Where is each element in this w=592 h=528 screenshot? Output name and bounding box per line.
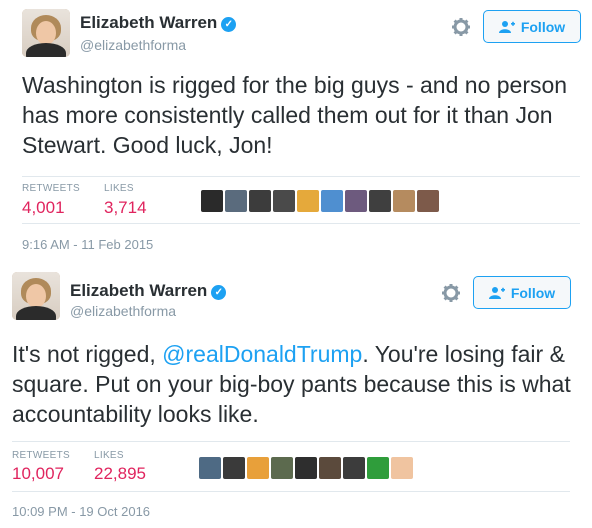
divider [22, 176, 580, 177]
liker-avatar[interactable] [343, 457, 365, 479]
retweets-count[interactable]: 4,001 [22, 198, 65, 218]
gear-icon[interactable] [441, 283, 461, 303]
divider [12, 441, 570, 442]
avatar[interactable] [22, 9, 70, 57]
verified-badge-icon: ✓ [211, 285, 227, 300]
author-handle[interactable]: @elizabethforma [70, 303, 176, 319]
tweet-text: It's not rigged, @realDonaldTrump. You'r… [12, 341, 571, 427]
mention-link[interactable]: @realDonaldTrump [162, 341, 362, 367]
retweets-label: RETWEETS [12, 450, 70, 461]
liker-avatar[interactable] [201, 190, 223, 212]
liker-avatar[interactable] [273, 190, 295, 212]
verified-badge-icon: ✓ [221, 17, 237, 32]
tweet-text: Washington is rigged for the big guys - … [22, 72, 568, 158]
liker-avatars [201, 190, 439, 214]
author-name[interactable]: Elizabeth Warren ✓ [70, 281, 227, 301]
liker-avatar[interactable] [345, 190, 367, 212]
author-name[interactable]: Elizabeth Warren ✓ [80, 13, 237, 33]
liker-avatar[interactable] [367, 457, 389, 479]
author-handle[interactable]: @elizabethforma [80, 37, 186, 53]
liker-avatar[interactable] [271, 457, 293, 479]
likes-count[interactable]: 3,714 [104, 198, 147, 218]
liker-avatar[interactable] [391, 457, 413, 479]
liker-avatar[interactable] [295, 457, 317, 479]
liker-avatar[interactable] [321, 190, 343, 212]
liker-avatar[interactable] [247, 457, 269, 479]
follow-button[interactable]: Follow [473, 276, 571, 309]
likes-label: LIKES [94, 450, 124, 461]
gear-icon[interactable] [451, 17, 471, 37]
liker-avatars [199, 457, 413, 481]
liker-avatar[interactable] [223, 457, 245, 479]
add-user-icon [488, 286, 505, 299]
tweet-timestamp[interactable]: 9:16 AM - 11 Feb 2015 [22, 237, 153, 252]
liker-avatar[interactable] [199, 457, 221, 479]
liker-avatar[interactable] [225, 190, 247, 212]
avatar[interactable] [12, 272, 60, 320]
retweets-count[interactable]: 10,007 [12, 464, 64, 484]
liker-avatar[interactable] [369, 190, 391, 212]
likes-count[interactable]: 22,895 [94, 464, 146, 484]
follow-button[interactable]: Follow [483, 10, 581, 43]
liker-avatar[interactable] [297, 190, 319, 212]
liker-avatar[interactable] [417, 190, 439, 212]
add-user-icon [498, 20, 515, 33]
likes-label: LIKES [104, 183, 134, 194]
divider [22, 223, 580, 224]
liker-avatar[interactable] [319, 457, 341, 479]
liker-avatar[interactable] [393, 190, 415, 212]
divider [12, 491, 570, 492]
retweets-label: RETWEETS [22, 183, 80, 194]
tweet-timestamp[interactable]: 10:09 PM - 19 Oct 2016 [12, 504, 150, 519]
liker-avatar[interactable] [249, 190, 271, 212]
